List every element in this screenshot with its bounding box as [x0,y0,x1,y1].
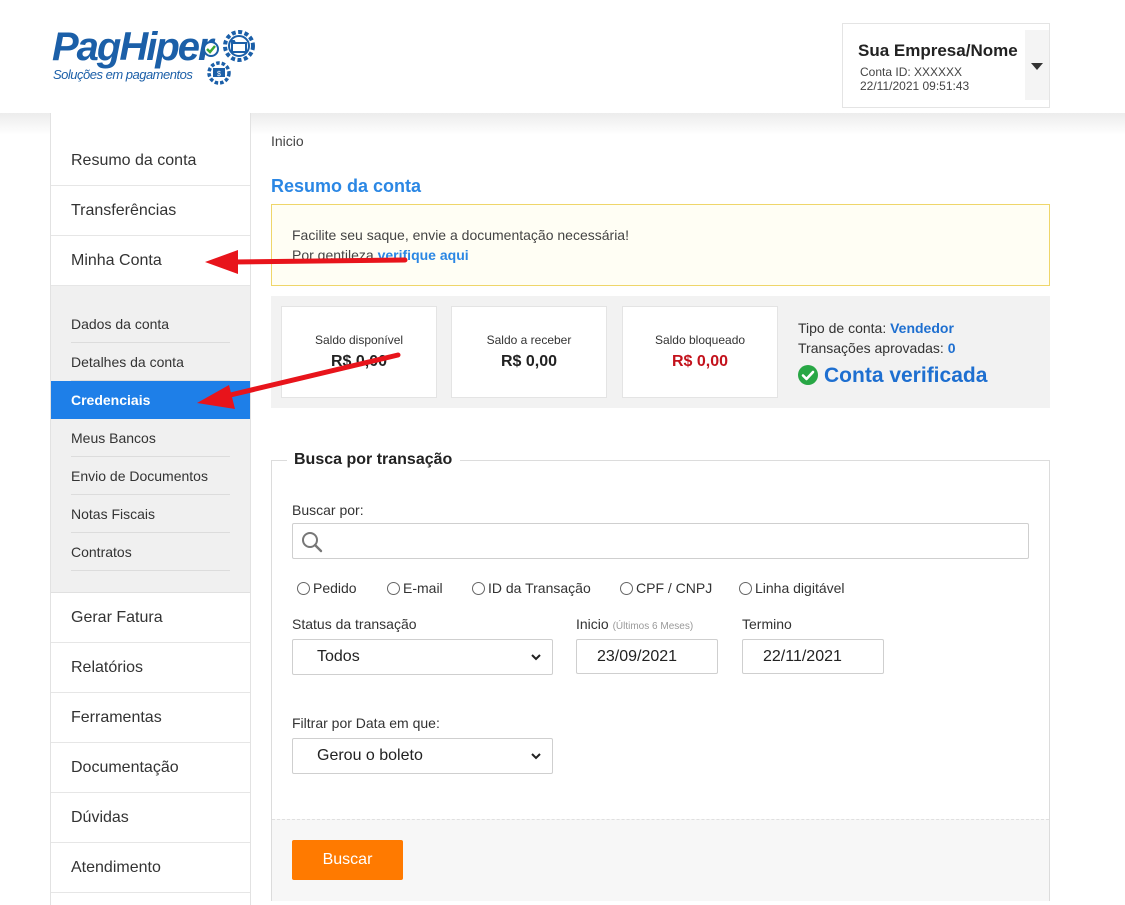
submenu-item-meus-bancos[interactable]: Meus Bancos [51,419,250,457]
approved-transactions-label: Transações aprovadas: [798,340,948,356]
verify-link[interactable]: verifique aqui [378,247,469,263]
documentation-alert: Facilite seu saque, envie a documentação… [271,204,1050,286]
sidebar-item-duvidas[interactable]: Dúvidas [51,793,250,843]
status-select-value: Todos [317,648,360,665]
radio-circle-icon [739,582,752,595]
search-button[interactable]: Buscar [292,840,403,880]
sidebar-item-resumo-da-conta[interactable]: Resumo da conta [51,136,250,186]
balance-value: R$ 0,00 [671,353,729,370]
search-input[interactable] [333,524,1023,558]
submenu-item-label: Notas Fiscais [71,506,156,522]
sidebar-item-ferramentas[interactable]: Ferramentas [51,693,250,743]
end-date-input[interactable]: 22/11/2021 [742,639,884,674]
account-datetime: 22/11/2021 09:51:43 [860,79,970,93]
start-date-label-text: Inicio [576,616,609,632]
radio-label: Linha digitável [755,580,845,596]
search-icon [302,532,323,553]
balance-label: Saldo disponível [314,333,404,347]
radio-transaction-id[interactable]: ID da Transação [472,580,591,596]
radio-label: E-mail [403,580,443,596]
radio-circle-icon [620,582,633,595]
status-label: Status da transação [292,616,417,632]
account-type-label: Tipo de conta: [798,320,891,336]
svg-text:$: $ [217,71,221,78]
balance-label: Saldo a receber [486,333,572,347]
account-box[interactable]: Sua Empresa/Nome Conta ID: XXXXXX 22/11/… [842,23,1050,108]
balance-card-receivable: Saldo a receber R$ 0,00 [451,306,607,398]
submenu-item-notas-fiscais[interactable]: Notas Fiscais [51,495,250,533]
balance-panel: Saldo disponível R$ 0,00 Saldo a receber… [271,296,1050,408]
radio-circle-icon [297,582,310,595]
submenu-item-label: Credenciais [71,392,151,408]
search-by-label: Buscar por: [292,502,364,518]
alert-message: Facilite seu saque, envie a documentação… [292,227,629,243]
gears-icon: $ [203,30,255,85]
breadcrumb[interactable]: Inicio [271,133,304,149]
balance-value: R$ 0,00 [330,353,388,370]
submenu-item-contratos[interactable]: Contratos [51,533,250,571]
alert-line-2: Por gentileza verifique aqui [292,247,469,263]
sidebar-item-documentacao[interactable]: Documentação [51,743,250,793]
balance-card-available: Saldo disponível R$ 0,00 [281,306,437,398]
search-panel-title: Busca por transação [287,451,461,469]
account-name: Sua Empresa/Nome [858,41,1018,60]
check-circle-icon [798,365,818,385]
paghiper-logo[interactable]: PagHiper Soluções em pagamentos $ [52,25,262,87]
submenu-item-label: Meus Bancos [71,430,156,446]
sidebar: Resumo da conta Transferências Minha Con… [50,113,251,905]
submenu-item-detalhes-da-conta[interactable]: Detalhes da conta [51,343,250,381]
filter-date-select-value: Gerou o boleto [317,747,423,764]
radio-linha-digitavel[interactable]: Linha digitável [739,580,845,596]
submenu-item-credenciais[interactable]: Credenciais [51,381,250,419]
logo-wordmark: PagHiper [52,25,214,69]
start-date-hint: (Últimos 6 Meses) [612,621,694,632]
radio-label: ID da Transação [488,580,591,596]
logo-tagline: Soluções em pagamentos [53,67,193,82]
sidebar-item-atendimento[interactable]: Atendimento [51,843,250,893]
submenu-item-dados-da-conta[interactable]: Dados da conta [51,305,250,343]
end-date-label: Termino [742,616,792,632]
transaction-search-panel: Busca por transação Buscar por: Pedido E… [271,451,1050,901]
account-id: Conta ID: XXXXXX [860,65,963,79]
account-dropdown-caret-icon[interactable] [1025,30,1049,100]
filter-date-select[interactable]: Gerou o boleto [292,738,553,774]
balance-card-blocked: Saldo bloqueado R$ 0,00 [622,306,778,398]
account-info: Tipo de conta: Vendedor Transações aprov… [798,318,955,358]
sidebar-item-gerar-fatura[interactable]: Gerar Fatura [51,593,250,643]
search-field[interactable] [292,523,1029,559]
radio-circle-icon [472,582,485,595]
submenu-item-label: Contratos [71,544,132,560]
radio-email[interactable]: E-mail [387,580,443,596]
submenu-item-label: Dados da conta [71,316,170,332]
account-type-value: Vendedor [890,320,954,336]
start-date-input[interactable]: 23/09/2021 [576,639,718,674]
radio-label: Pedido [313,580,357,596]
verified-label: Conta verificada [824,364,988,387]
start-date-label: Inicio (Últimos 6 Meses) [576,616,693,632]
status-select[interactable]: Todos [292,639,553,675]
radio-pedido[interactable]: Pedido [297,580,357,596]
submenu-item-label: Detalhes da conta [71,354,184,370]
radio-circle-icon [387,582,400,595]
search-panel-footer: Buscar [272,819,1049,901]
chevron-down-icon [531,753,541,760]
sidebar-item-relatorios[interactable]: Relatórios [51,643,250,693]
filter-date-label: Filtrar por Data em que: [292,715,440,731]
approved-transactions-value: 0 [947,340,956,356]
page-title: Resumo da conta [271,176,422,196]
radio-label: CPF / CNPJ [636,580,713,596]
chevron-down-icon [531,654,541,661]
header: PagHiper Soluções em pagamentos $ Sua Em… [0,0,1125,113]
balance-value: R$ 0,00 [500,353,558,370]
submenu-item-envio-de-documentos[interactable]: Envio de Documentos [51,457,250,495]
balance-label: Saldo bloqueado [654,333,746,347]
alert-prefix: Por gentileza [292,247,378,263]
submenu-item-label: Envio de Documentos [71,468,208,484]
sidebar-item-transferencias[interactable]: Transferências [51,186,250,236]
sidebar-item-minha-conta[interactable]: Minha Conta [51,236,250,286]
radio-cpf-cnpj[interactable]: CPF / CNPJ [620,580,712,596]
verified-status: Conta verificada [798,364,987,388]
minha-conta-submenu: Dados da conta Detalhes da conta Credenc… [51,286,250,593]
